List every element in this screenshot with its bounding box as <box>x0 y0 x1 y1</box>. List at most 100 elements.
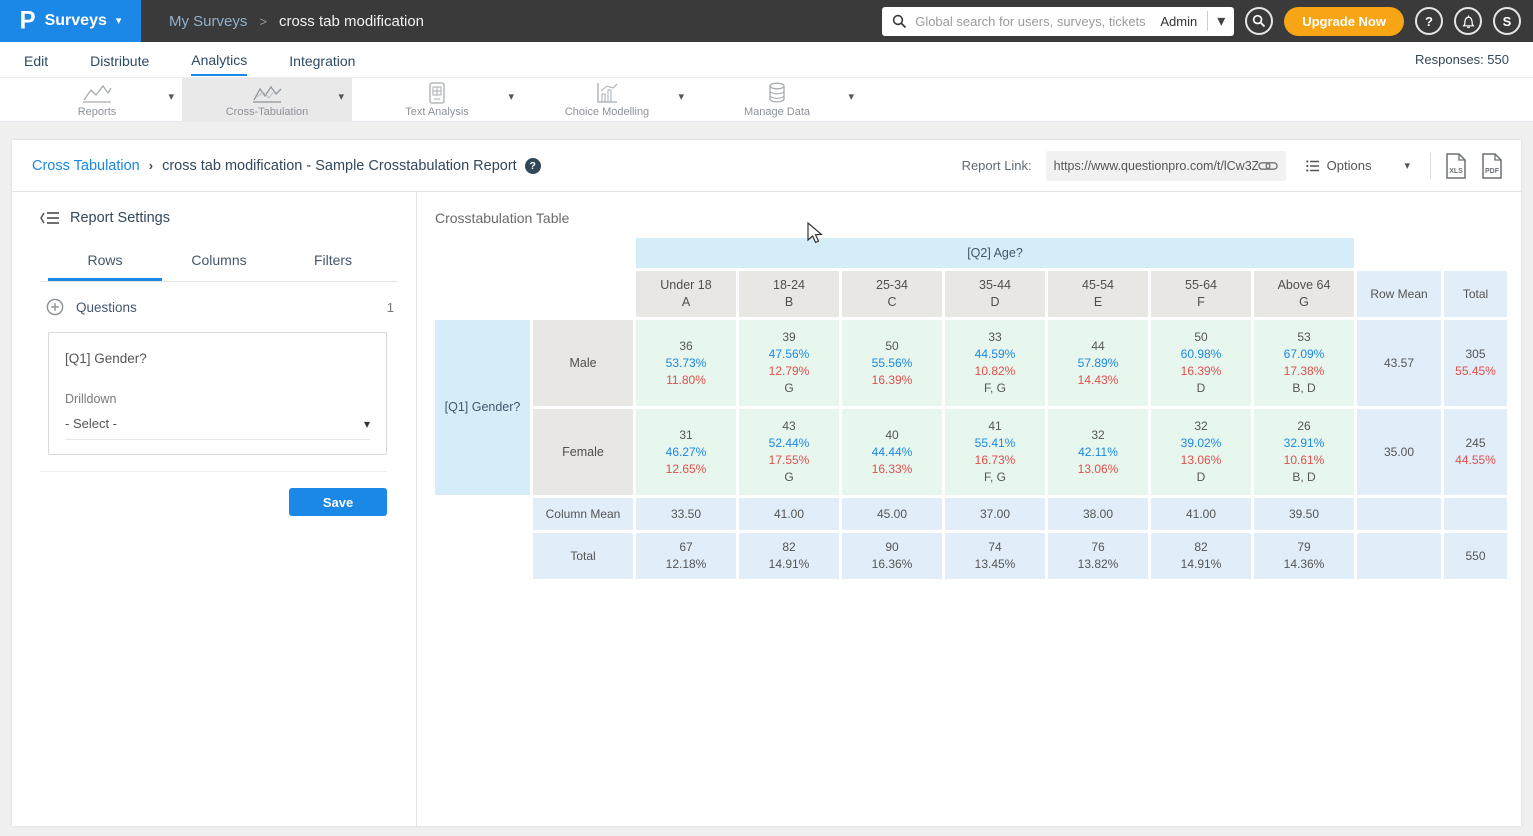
line-chart-icon <box>81 82 113 104</box>
row-label-male: Male <box>533 320 633 406</box>
crosstab-cell: 2632.91%10.61%B, D <box>1254 409 1354 495</box>
toolbar-item-manage-data[interactable]: Manage Data ▾ <box>692 78 862 122</box>
search-input[interactable] <box>915 14 1150 29</box>
current-survey-name: cross tab modification <box>279 13 424 30</box>
report-help-icon[interactable]: ? <box>525 158 541 174</box>
drilldown-select[interactable]: - Select - ▾ <box>65 416 370 440</box>
text-analysis-dropdown-caret-icon[interactable]: ▾ <box>508 90 514 103</box>
collapse-panel-icon[interactable] <box>40 211 60 225</box>
row-mean-cell: 43.57 <box>1357 320 1441 406</box>
crosstab-cell: 3146.27%12.65% <box>636 409 736 495</box>
question-card: [Q1] Gender? Drilldown - Select - ▾ <box>48 332 387 455</box>
total-cell: 8214.91% <box>1151 533 1251 579</box>
database-icon <box>767 82 787 104</box>
report-settings-header: Report Settings <box>40 210 398 226</box>
survey-nav: Edit Distribute Analytics Integration Re… <box>0 42 1533 78</box>
row-mean-header: Row Mean <box>1357 271 1441 317</box>
tab-filters[interactable]: Filters <box>276 244 390 281</box>
tab-columns[interactable]: Columns <box>162 244 276 281</box>
tab-analytics[interactable]: Analytics <box>191 43 247 76</box>
column-header: 25-34C <box>842 271 942 317</box>
crosstab-cell: 3653.73%11.80% <box>636 320 736 406</box>
cross-tabulation-link[interactable]: Cross Tabulation <box>32 158 140 174</box>
responses-count: Responses: 550 <box>1415 52 1509 67</box>
upgrade-now-button[interactable]: Upgrade Now <box>1284 7 1404 36</box>
column-group-header: [Q2] Age? <box>636 238 1354 268</box>
search-icon <box>1252 14 1266 28</box>
help-button[interactable]: ? <box>1415 7 1443 35</box>
toolbar-item-reports[interactable]: Reports ▾ <box>12 78 182 122</box>
my-surveys-link[interactable]: My Surveys <box>169 13 247 30</box>
questions-count: 1 <box>387 300 394 315</box>
report-settings-panel: Report Settings Rows Columns Filters Que… <box>12 192 417 826</box>
total-row-label: Total <box>533 533 633 579</box>
row-label-female: Female <box>533 409 633 495</box>
cross-tabulation-dropdown-caret-icon[interactable]: ▾ <box>338 90 344 103</box>
total-cell: 6712.18% <box>636 533 736 579</box>
report-body: Report Settings Rows Columns Filters Que… <box>12 192 1521 826</box>
save-button[interactable]: Save <box>289 488 387 516</box>
questionpro-logo: P <box>20 8 36 33</box>
search-scope-selector[interactable]: Admin <box>1150 11 1208 31</box>
product-switcher[interactable]: P Surveys ▾ <box>0 0 141 42</box>
options-button[interactable]: Options ▾ <box>1300 158 1416 173</box>
crosstab-cell: 3239.02%13.06%D <box>1151 409 1251 495</box>
report-title: cross tab modification - Sample Crosstab… <box>162 158 517 174</box>
crosstab-cell: 3947.56%12.79%G <box>739 320 839 406</box>
bell-icon <box>1461 14 1476 29</box>
toolbar-item-choice-modelling[interactable]: Choice Modelling ▾ <box>522 78 692 122</box>
row-total-cell: 30555.45% <box>1444 320 1507 406</box>
tab-distribute[interactable]: Distribute <box>90 44 149 75</box>
manage-data-dropdown-caret-icon[interactable]: ▾ <box>848 90 854 103</box>
report-link-field <box>1046 151 1286 181</box>
question-title: [Q1] Gender? <box>65 351 370 366</box>
questions-row: Questions 1 <box>46 298 394 316</box>
reports-dropdown-caret-icon[interactable]: ▾ <box>168 90 174 103</box>
crosstab-cell: 4352.44%17.55%G <box>739 409 839 495</box>
column-mean-label: Column Mean <box>533 498 633 530</box>
empty-cell <box>1444 498 1507 530</box>
breadcrumb-separator-icon: > <box>259 14 267 29</box>
crosstab-cell: 5055.56%16.39% <box>842 320 942 406</box>
export-pdf-button[interactable]: PDF <box>1481 153 1503 179</box>
total-header: Total <box>1444 271 1507 317</box>
crosstab-cell: 4044.44%16.33% <box>842 409 942 495</box>
column-header: 35-44D <box>945 271 1045 317</box>
crosstab-cell: 5060.98%16.39%D <box>1151 320 1251 406</box>
column-header: Under 18A <box>636 271 736 317</box>
options-caret-icon: ▾ <box>1404 159 1410 172</box>
chart-frame-icon <box>595 82 619 104</box>
total-cell: 7413.45% <box>945 533 1045 579</box>
account-avatar[interactable]: S <box>1493 7 1521 35</box>
tab-rows[interactable]: Rows <box>48 244 162 281</box>
column-mean-cell: 38.00 <box>1048 498 1148 530</box>
report-settings-title: Report Settings <box>70 210 170 226</box>
link-icon[interactable] <box>1258 159 1278 173</box>
row-total-cell: 24544.55% <box>1444 409 1507 495</box>
column-mean-cell: 41.00 <box>1151 498 1251 530</box>
column-mean-cell: 45.00 <box>842 498 942 530</box>
export-xls-button[interactable]: XLS <box>1445 153 1467 179</box>
crosstab-cell: 4457.89%14.43% <box>1048 320 1148 406</box>
line-chart-icon <box>251 82 283 104</box>
column-header: Above 64G <box>1254 271 1354 317</box>
add-question-icon[interactable] <box>46 298 64 316</box>
product-name: Surveys <box>45 12 107 30</box>
tab-edit[interactable]: Edit <box>24 44 48 75</box>
toolbar-item-cross-tabulation[interactable]: Cross-Tabulation ▾ <box>182 78 352 122</box>
top-bar: P Surveys ▾ My Surveys > cross tab modif… <box>0 0 1533 42</box>
report-card: Cross Tabulation › cross tab modificatio… <box>12 140 1521 826</box>
search-scope-caret-icon[interactable]: ▾ <box>1208 7 1234 36</box>
report-link-input[interactable] <box>1054 159 1258 173</box>
report-link-label: Report Link: <box>962 158 1032 173</box>
column-mean-cell: 37.00 <box>945 498 1045 530</box>
breadcrumb-separator-icon: › <box>149 158 153 173</box>
search-button[interactable] <box>1245 7 1273 35</box>
notifications-button[interactable] <box>1454 7 1482 35</box>
drilldown-label: Drilldown <box>65 392 370 406</box>
total-cell: 7613.82% <box>1048 533 1148 579</box>
toolbar-item-text-analysis[interactable]: Text Analysis ▾ <box>352 78 522 122</box>
tab-integration[interactable]: Integration <box>289 44 355 75</box>
choice-modelling-dropdown-caret-icon[interactable]: ▾ <box>678 90 684 103</box>
save-row: Save <box>40 471 387 516</box>
